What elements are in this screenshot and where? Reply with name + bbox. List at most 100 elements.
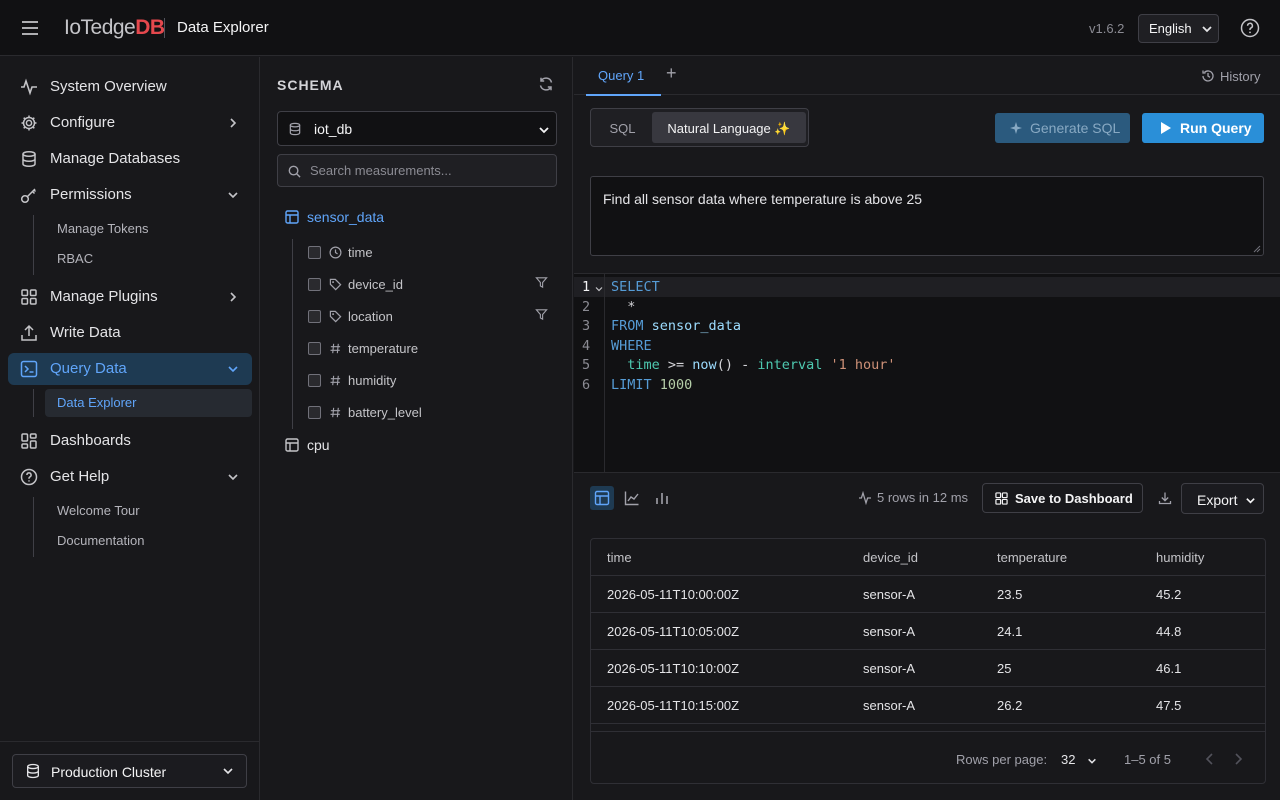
hash-icon: [329, 374, 342, 387]
field-label: time: [348, 245, 373, 260]
sql-editor[interactable]: 1 2 3 4 5 6 SELECT * FROM sensor_data WH…: [574, 273, 1280, 473]
field-row-time: time: [307, 241, 552, 265]
column-header-time[interactable]: time: [607, 550, 632, 565]
filter-icon[interactable]: [535, 276, 548, 289]
sidebar-subitem-label: Data Explorer: [57, 395, 137, 410]
tab-query-1[interactable]: Query 1: [586, 57, 661, 96]
sidebar-item-write-data[interactable]: Write Data: [8, 317, 252, 349]
add-tab-button[interactable]: +: [666, 63, 677, 84]
hash-icon: [329, 406, 342, 419]
field-checkbox[interactable]: [308, 278, 321, 291]
chevron-down-icon: [538, 124, 550, 136]
export-label: Export: [1197, 492, 1238, 508]
table-row[interactable]: 2026-05-11T10:05:00Z sensor-A 24.1 44.8: [591, 613, 1265, 650]
table-row[interactable]: 2026-05-11T10:15:00Z sensor-A 26.2 47.5: [591, 687, 1265, 724]
filter-icon[interactable]: [535, 308, 548, 321]
resize-grip-icon[interactable]: [1253, 245, 1261, 253]
table-row[interactable]: 2026-05-11T10:10:00Z sensor-A 25 46.1: [591, 650, 1265, 687]
language-select[interactable]: English: [1138, 14, 1219, 43]
play-icon: [1160, 121, 1172, 135]
hamburger-menu-icon[interactable]: [20, 18, 40, 38]
tab-label: Query 1: [598, 68, 645, 83]
fold-chevron-icon[interactable]: [595, 285, 603, 293]
sidebar-subitem-manage-tokens[interactable]: Manage Tokens: [45, 215, 252, 243]
results-table: time device_id temperature humidity 2026…: [590, 538, 1266, 784]
terminal-icon: [20, 360, 38, 378]
sidebar-subitem-rbac[interactable]: RBAC: [45, 245, 252, 273]
field-checkbox[interactable]: [308, 406, 321, 419]
database-icon: [25, 763, 41, 779]
table-cell: 25: [997, 661, 1012, 676]
table-cell: 2026-05-11T10:00:00Z: [607, 587, 740, 602]
activity-icon: [858, 491, 872, 505]
mode-sql-button[interactable]: SQL: [594, 112, 651, 143]
database-select[interactable]: iot_db: [277, 111, 557, 146]
clock-icon: [329, 246, 342, 259]
chevron-down-icon: [226, 188, 240, 202]
natural-language-input[interactable]: Find all sensor data where temperature i…: [590, 176, 1264, 256]
cluster-select[interactable]: Production Cluster: [12, 754, 247, 788]
run-query-button[interactable]: Run Query: [1142, 113, 1264, 143]
database-value: iot_db: [314, 121, 353, 137]
column-header-device-id[interactable]: device_id: [863, 550, 918, 565]
sidebar-item-get-help[interactable]: Get Help: [8, 461, 252, 493]
sidebar-item-label: Permissions: [50, 186, 132, 203]
next-page-button[interactable]: [1227, 748, 1249, 770]
schema-panel: SCHEMA iot_db sensor_data time device_id…: [261, 57, 573, 800]
previous-page-button[interactable]: [1199, 748, 1221, 770]
field-checkbox[interactable]: [308, 246, 321, 259]
column-header-temperature[interactable]: temperature: [997, 550, 1067, 565]
help-circle-icon: [20, 468, 38, 486]
export-select[interactable]: Export: [1181, 483, 1264, 514]
chevron-left-icon: [1205, 753, 1213, 765]
sidebar-subitem-welcome-tour[interactable]: Welcome Tour: [45, 497, 252, 525]
column-header-humidity[interactable]: humidity: [1156, 550, 1204, 565]
mode-nl-label: Natural Language ✨: [667, 121, 791, 136]
dashboard-icon: [20, 432, 38, 450]
run-query-label: Run Query: [1180, 120, 1252, 136]
field-checkbox[interactable]: [308, 310, 321, 323]
generate-sql-button[interactable]: Generate SQL: [995, 113, 1130, 143]
save-to-dashboard-button[interactable]: Save to Dashboard: [982, 483, 1143, 513]
sidebar-item-label: Manage Plugins: [50, 288, 158, 305]
sidebar-item-manage-databases[interactable]: Manage Databases: [8, 143, 252, 175]
search-input[interactable]: [310, 155, 550, 186]
mode-natural-language-button[interactable]: Natural Language ✨: [652, 112, 806, 143]
code-line-1: SELECT: [611, 279, 660, 295]
bar-chart-view-button[interactable]: [650, 486, 674, 510]
natural-language-text: Find all sensor data where temperature i…: [603, 191, 923, 207]
download-icon[interactable]: [1158, 491, 1172, 505]
app-logo[interactable]: IoTedgeDB: [64, 16, 165, 40]
help-icon[interactable]: [1240, 18, 1260, 38]
sidebar-subitem-data-explorer[interactable]: Data Explorer: [45, 389, 252, 417]
sidebar-subitem-label: Welcome Tour: [57, 503, 140, 518]
sidebar-item-query-data[interactable]: Query Data: [8, 353, 252, 385]
sidebar-item-permissions[interactable]: Permissions: [8, 179, 252, 211]
sidebar-item-configure[interactable]: Configure: [8, 107, 252, 139]
header-divider: [164, 18, 165, 38]
table-cell: sensor-A: [863, 624, 916, 639]
active-tab-indicator: [586, 94, 661, 96]
code-line-4: WHERE: [611, 338, 652, 354]
table-view-button[interactable]: [590, 486, 614, 510]
table-cell: 26.2: [997, 698, 1023, 713]
sidebar-item-system-overview[interactable]: System Overview: [8, 71, 252, 103]
rows-per-page-select[interactable]: 32: [1061, 749, 1103, 771]
schema-title: SCHEMA: [277, 77, 344, 93]
line-chart-view-button[interactable]: [620, 486, 644, 510]
table-cell: sensor-A: [863, 661, 916, 676]
sidebar-subitem-documentation[interactable]: Documentation: [45, 527, 252, 555]
line-number: 4: [582, 338, 591, 354]
database-icon: [288, 122, 302, 136]
field-checkbox[interactable]: [308, 342, 321, 355]
measurement-search[interactable]: [277, 154, 557, 187]
table-cell: 24.1: [997, 624, 1023, 639]
table-row[interactable]: 2026-05-11T10:00:00Z sensor-A 23.5 45.2: [591, 576, 1265, 613]
sidebar-item-manage-plugins[interactable]: Manage Plugins: [8, 281, 252, 313]
sidebar-item-dashboards[interactable]: Dashboards: [8, 425, 252, 457]
sidebar-divider: [0, 741, 260, 742]
submenu-guide-line: [33, 389, 34, 417]
field-checkbox[interactable]: [308, 374, 321, 387]
mode-sql-label: SQL: [609, 121, 636, 136]
refresh-icon[interactable]: [538, 76, 554, 92]
